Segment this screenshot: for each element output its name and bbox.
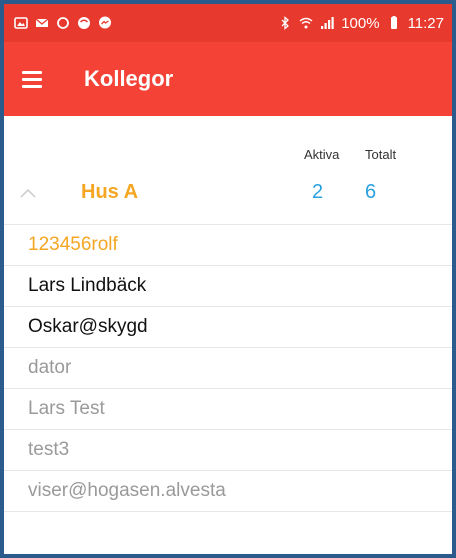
battery-icon	[387, 16, 401, 30]
notification-icons	[14, 16, 112, 30]
list-item[interactable]: viser@hogasen.alvesta	[4, 471, 452, 512]
list-item[interactable]: test3	[4, 430, 452, 471]
list-item[interactable]: Lars Lindbäck	[4, 266, 452, 307]
column-headers: Aktiva Totalt	[4, 116, 452, 170]
battery-percent: 100%	[341, 14, 380, 32]
list-item[interactable]: 123456rolf	[4, 225, 452, 266]
mail-icon	[35, 16, 49, 30]
list-item[interactable]: Oskar@skygd	[4, 307, 452, 348]
status-bar: 100% 11:27	[4, 4, 452, 42]
list-item[interactable]: Lars Test	[4, 389, 452, 430]
app-bar: Kollegor	[4, 42, 452, 116]
gallery-icon	[14, 16, 28, 30]
column-header-aktiva: Aktiva	[304, 147, 340, 162]
group-name: Hus A	[81, 181, 139, 203]
signal-icon	[320, 16, 334, 30]
messenger-icon	[98, 16, 112, 30]
list-item[interactable]: dator	[4, 348, 452, 389]
hamburger-menu-icon[interactable]	[22, 67, 46, 91]
group-header-hus-a[interactable]: Hus A 2 6	[4, 170, 452, 224]
column-header-totalt: Totalt	[365, 147, 397, 162]
system-status: 100% 11:27	[278, 15, 444, 32]
ring-icon	[56, 16, 70, 30]
bluetooth-icon	[278, 16, 292, 30]
app-frame: 100% 11:27 Kollegor Aktiva Totalt Hus A …	[0, 0, 456, 558]
clock: 11:27	[407, 14, 444, 32]
page-title: Kollegor	[84, 66, 174, 91]
chevron-up-icon[interactable]	[18, 187, 38, 199]
member-list: 123456rolf Lars Lindbäck Oskar@skygd dat…	[4, 224, 452, 512]
group-active-count: 2	[312, 181, 324, 203]
wifi-icon	[299, 16, 313, 30]
group-total-count: 6	[365, 181, 377, 203]
app-notification-icon	[77, 16, 91, 30]
